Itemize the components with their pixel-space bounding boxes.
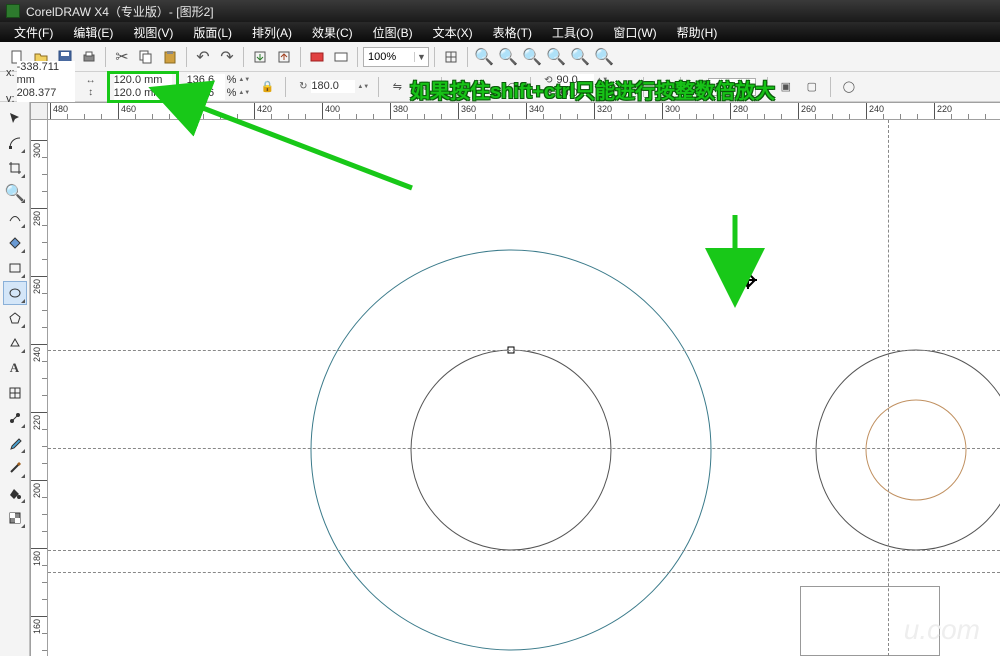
- obj-width[interactable]: 120.0 mm: [114, 74, 172, 87]
- menu-arrange[interactable]: 排列(A): [242, 24, 302, 41]
- zoom-dropdown-icon[interactable]: ▼: [414, 52, 428, 62]
- mirror-h-button[interactable]: ⇋: [386, 76, 408, 98]
- shape-tool[interactable]: [3, 131, 27, 155]
- spin-sx[interactable]: ▲▼: [238, 77, 248, 83]
- pos-x[interactable]: -338.711 mm: [17, 61, 75, 87]
- freehand-tool[interactable]: [3, 206, 27, 230]
- move-cursor-icon: [739, 271, 757, 289]
- ruler-origin[interactable]: [30, 102, 48, 120]
- menu-view[interactable]: 视图(V): [123, 24, 183, 41]
- menu-effect[interactable]: 效果(C): [302, 24, 363, 41]
- zoom-out-button[interactable]: 🔍: [497, 46, 519, 68]
- title-bar: CorelDRAW X4（专业版）- [图形2]: [0, 0, 1000, 22]
- ellipse-object[interactable]: [411, 350, 611, 550]
- x-label: x:: [6, 67, 15, 80]
- ellipse-object[interactable]: [311, 250, 711, 650]
- zoom-sel-button[interactable]: 🔍: [593, 46, 615, 68]
- drawing-canvas[interactable]: u.com: [48, 120, 1000, 656]
- ellipse-tool[interactable]: [3, 281, 27, 305]
- size-group-highlighted: 120.0 mm 120.0 mm: [107, 71, 179, 103]
- scale-x[interactable]: 136.6: [187, 74, 225, 87]
- undo-button[interactable]: ↶: [192, 46, 214, 68]
- guide-horizontal[interactable]: [48, 550, 1000, 551]
- toolbox: 🔍 A: [0, 102, 30, 656]
- interactive-tool[interactable]: [3, 406, 27, 430]
- paste-button[interactable]: [159, 46, 181, 68]
- convert-curves-button[interactable]: ◯: [838, 76, 860, 98]
- annotation-text: 如果按住shift+ctrl只能进行按整数倍放大: [410, 75, 775, 104]
- zoom-level-input[interactable]: ▼: [363, 47, 429, 67]
- zoom-page-button[interactable]: 🔍: [545, 46, 567, 68]
- crop-tool[interactable]: [3, 156, 27, 180]
- scale-group: 136.6%▲▼ 136.6%▲▼: [187, 74, 249, 100]
- spin-sy[interactable]: ▲▼: [238, 90, 248, 96]
- menu-edit[interactable]: 编辑(E): [63, 24, 123, 41]
- cut-button[interactable]: ✂: [111, 46, 133, 68]
- app-launcher-button[interactable]: [306, 46, 328, 68]
- lock-ratio-button[interactable]: 🔒: [256, 76, 278, 98]
- menu-table[interactable]: 表格(T): [483, 24, 542, 41]
- guide-horizontal[interactable]: [48, 448, 1000, 449]
- to-back-button[interactable]: ▢: [801, 76, 823, 98]
- import-button[interactable]: [249, 46, 271, 68]
- welcome-button[interactable]: [330, 46, 352, 68]
- zoom-tool[interactable]: 🔍: [3, 181, 27, 205]
- zoom-field[interactable]: [364, 51, 414, 63]
- rotation[interactable]: 180.0: [311, 80, 355, 93]
- guide-horizontal[interactable]: [48, 350, 1000, 351]
- guide-horizontal[interactable]: [48, 572, 1000, 573]
- menu-bar: 文件(F) 编辑(E) 视图(V) 版面(L) 排列(A) 效果(C) 位图(B…: [0, 22, 1000, 42]
- standard-toolbar: ✂ ↶ ↷ ▼ 🔍 🔍 🔍 🔍 🔍 🔍: [0, 42, 1000, 72]
- spin-rot[interactable]: ▲▼: [357, 84, 367, 90]
- menu-layout[interactable]: 版面(L): [183, 24, 242, 41]
- interactive-fill-tool[interactable]: [3, 506, 27, 530]
- snap-button[interactable]: [440, 46, 462, 68]
- menu-text[interactable]: 文本(X): [423, 24, 483, 41]
- print-button[interactable]: [78, 46, 100, 68]
- height-icon: ↕: [85, 87, 97, 99]
- rectangle-tool[interactable]: [3, 256, 27, 280]
- smart-fill-tool[interactable]: [3, 231, 27, 255]
- width-icon: ↔: [85, 75, 97, 87]
- menu-window[interactable]: 窗口(W): [603, 24, 666, 41]
- ellipse-object[interactable]: [866, 400, 966, 500]
- percent-label: %: [227, 87, 237, 100]
- percent-label: %: [227, 74, 237, 87]
- app-icon: [6, 4, 20, 18]
- to-front-button[interactable]: ▣: [775, 76, 797, 98]
- pick-tool[interactable]: [3, 106, 27, 130]
- outline-tool[interactable]: [3, 456, 27, 480]
- eyedropper-tool[interactable]: [3, 431, 27, 455]
- fill-tool[interactable]: [3, 481, 27, 505]
- app-title: CorelDRAW X4（专业版）- [图形2]: [26, 3, 214, 20]
- menu-help[interactable]: 帮助(H): [667, 24, 728, 41]
- export-button[interactable]: [273, 46, 295, 68]
- ellipse-object[interactable]: [816, 350, 1000, 550]
- rotate-icon: ↻: [297, 81, 309, 93]
- navigator-panel[interactable]: [800, 586, 940, 656]
- redo-button[interactable]: ↷: [216, 46, 238, 68]
- ruler-horizontal[interactable]: 4804604404204003803603403203002802602402…: [30, 102, 1000, 120]
- size-icons: ↔ ↕: [85, 75, 97, 99]
- obj-height[interactable]: 120.0 mm: [114, 87, 172, 100]
- polygon-tool[interactable]: [3, 306, 27, 330]
- zoom-width-button[interactable]: 🔍: [569, 46, 591, 68]
- menu-bitmap[interactable]: 位图(B): [363, 24, 423, 41]
- zoom-in-button[interactable]: 🔍: [473, 46, 495, 68]
- menu-file[interactable]: 文件(F): [4, 24, 63, 41]
- rotation-group: ↻180.0▲▼: [297, 80, 367, 93]
- ruler-vertical[interactable]: 300280260240220200180160: [30, 120, 48, 656]
- guide-vertical[interactable]: [888, 120, 889, 656]
- text-tool[interactable]: A: [3, 356, 27, 380]
- table-tool[interactable]: [3, 381, 27, 405]
- copy-button[interactable]: [135, 46, 157, 68]
- scale-y[interactable]: 136.6: [187, 87, 225, 100]
- basic-shapes-tool[interactable]: [3, 331, 27, 355]
- zoom-fit-button[interactable]: 🔍: [521, 46, 543, 68]
- menu-tools[interactable]: 工具(O): [542, 24, 603, 41]
